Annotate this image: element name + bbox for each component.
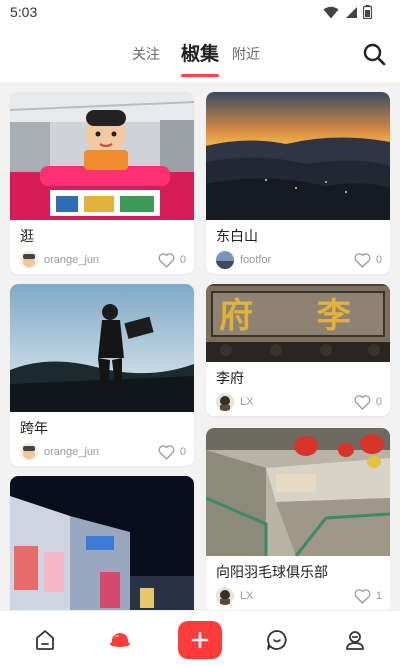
nav-messages[interactable] [262,625,292,655]
like-button[interactable]: 0 [158,444,186,460]
author-name[interactable]: orange_jun [44,446,158,458]
avatar [216,587,234,605]
post-title: 李府 [216,371,244,387]
add-icon [191,631,209,649]
post-meta: LX 0 [216,392,382,412]
nav-profile[interactable] [340,625,370,655]
post-title: 逛 [20,229,34,245]
like-button[interactable]: 1 [354,588,382,604]
post-card[interactable] [10,476,194,610]
status-bar: 5:03 [0,0,400,26]
author-name[interactable]: LX [240,396,354,408]
feed-grid: 逛 orange_jun 0 跨年 orange_jun 0 东白山 footf… [0,82,400,610]
author-name[interactable]: LX [240,590,354,602]
post-title: 跨年 [20,421,48,437]
status-time: 5:03 [10,4,38,20]
post-card[interactable]: 向阳羽毛球俱乐部 LX 1 [206,428,390,610]
post-image [206,428,390,556]
active-tab-indicator [181,74,219,77]
top-navigation: 关注 椒集 附近 [0,26,400,82]
post-card[interactable]: 东白山 footfor 0 [206,92,390,274]
post-card[interactable]: 府 李 李府 LX 0 [206,284,390,416]
post-meta: footfor 0 [216,250,382,270]
post-meta: orange_jun 0 [20,250,186,270]
message-icon [267,630,287,650]
like-count: 0 [179,254,186,266]
search-button[interactable] [358,38,390,70]
wifi-icon [323,6,339,18]
nav-discover[interactable] [105,625,135,655]
author-name[interactable]: orange_jun [44,254,158,266]
add-post-button[interactable] [178,621,222,659]
signal-icon [346,6,357,18]
like-button[interactable]: 0 [354,252,382,268]
heart-icon [354,394,371,410]
heart-icon [158,252,175,268]
post-meta: LX 1 [216,586,382,606]
heart-icon [158,444,175,460]
like-count: 0 [375,254,382,266]
avatar [216,251,234,269]
avatar [20,251,38,269]
search-icon [363,43,386,66]
post-title: 东白山 [216,229,258,245]
avatar [216,393,234,411]
home-icon [36,630,54,650]
author-name[interactable]: footfor [240,254,354,266]
post-image: 府 李 [206,284,390,362]
post-meta: orange_jun 0 [20,442,186,462]
heart-icon [354,252,371,268]
profile-icon [346,631,364,650]
post-image [10,92,194,220]
plaque-text: 府 李 [219,296,377,336]
like-button[interactable]: 0 [158,252,186,268]
post-image [206,92,390,220]
post-card[interactable]: 跨年 orange_jun 0 [10,284,194,466]
like-button[interactable]: 0 [354,394,382,410]
discover-icon [110,633,130,647]
status-icons [323,5,372,19]
post-image [10,476,194,610]
like-count: 0 [179,446,186,458]
nav-home[interactable] [30,625,60,655]
battery-icon [363,5,372,19]
tab-collection[interactable]: 椒集 [181,39,219,66]
post-title: 向阳羽毛球俱乐部 [216,565,328,581]
heart-icon [354,588,371,604]
like-count: 0 [375,396,382,408]
tab-following[interactable]: 关注 [132,44,160,64]
post-image [10,284,194,412]
like-count: 1 [375,590,382,602]
bottom-navigation [0,610,400,667]
avatar [20,443,38,461]
post-card[interactable]: 逛 orange_jun 0 [10,92,194,274]
tab-nearby[interactable]: 附近 [232,44,260,64]
